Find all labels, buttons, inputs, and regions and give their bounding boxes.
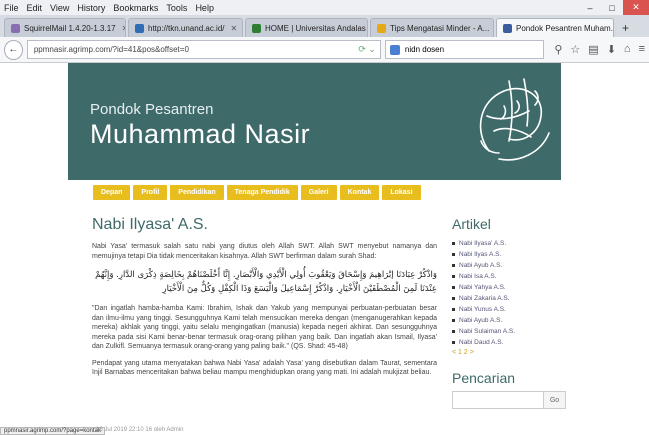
menu-file[interactable]: File bbox=[0, 3, 23, 13]
nav-galeri[interactable]: Galeri bbox=[300, 185, 337, 200]
close-window-button[interactable]: ✕ bbox=[623, 0, 649, 15]
tab-tkn-unand[interactable]: http://tkn.unand.ac.id/ ✕ bbox=[128, 18, 243, 37]
article-title: Nabi Ilyasa' A.S. bbox=[92, 216, 208, 233]
tab-pondok-pesantren[interactable]: Pondok Pesantren Muham... ✕ bbox=[496, 18, 614, 37]
menu-bookmarks[interactable]: Bookmarks bbox=[109, 3, 162, 13]
bookmark-star-icon[interactable]: ☆ bbox=[570, 43, 580, 56]
menu-icon[interactable]: ≡ bbox=[639, 43, 645, 56]
status-meta: 16 Jul 2019 22:10 16 oleh Admin bbox=[96, 427, 184, 433]
nav-pendidikan[interactable]: Pendidikan bbox=[170, 185, 224, 200]
menu-tools[interactable]: Tools bbox=[162, 3, 191, 13]
bullet-icon bbox=[452, 253, 455, 256]
article-link[interactable]: Nabi Yunus A.S. bbox=[452, 304, 567, 315]
bullet-icon bbox=[452, 308, 455, 311]
browser-search-input[interactable] bbox=[402, 44, 533, 55]
tab-close-icon[interactable]: ✕ bbox=[122, 24, 125, 33]
navigation-toolbar: ← ⟳ ⌄ ⚲ ☆ ▤ ⬇ ⌂ ≡ bbox=[0, 37, 649, 63]
tab-label: http://tkn.unand.ac.id/ bbox=[148, 23, 225, 33]
pagination[interactable]: < 1 2 > bbox=[452, 349, 567, 356]
menu-view[interactable]: View bbox=[46, 3, 73, 13]
article-link[interactable]: Nabi Ayub A.S. bbox=[452, 260, 567, 271]
article-link[interactable]: Nabi Zakaria A.S. bbox=[452, 293, 567, 304]
sidebar: Artikel Nabi Ilyasa' A.S. Nabi Ilyas A.S… bbox=[452, 216, 567, 409]
tab-universitas-andalas[interactable]: HOME | Universitas Andalas ✕ bbox=[245, 18, 368, 37]
article-link[interactable]: Nabi Yahya A.S. bbox=[452, 282, 567, 293]
nav-kontak[interactable]: Kontak bbox=[339, 185, 380, 200]
article-link[interactable]: Nabi Ayub A.S. bbox=[452, 315, 567, 326]
address-bar[interactable]: ⟳ ⌄ bbox=[26, 40, 381, 59]
web-page: Pondok Pesantren Muhammad Nasir Depan Pr… bbox=[0, 63, 649, 435]
tab-squirrelmail[interactable]: SquirrelMail 1.4.20-1.3.17 ✕ bbox=[4, 18, 126, 37]
search-go-button[interactable]: Go bbox=[544, 391, 566, 409]
tab-bar: SquirrelMail 1.4.20-1.3.17 ✕ http://tkn.… bbox=[0, 15, 649, 37]
article-link[interactable]: Nabi Daud A.S. bbox=[452, 337, 567, 348]
page-favicon-icon bbox=[135, 23, 144, 33]
bullet-icon bbox=[452, 242, 455, 245]
university-favicon-icon bbox=[252, 23, 261, 33]
bullet-icon bbox=[452, 275, 455, 278]
download-icon[interactable]: ⬇ bbox=[607, 43, 616, 56]
page-favicon-icon bbox=[377, 23, 386, 33]
artikel-heading: Artikel bbox=[452, 216, 491, 232]
bullet-icon bbox=[452, 286, 455, 289]
toolbar-icons: ⚲ ☆ ▤ ⬇ ⌂ ≡ bbox=[550, 43, 649, 56]
article-link[interactable]: Nabi Ilyasa' A.S. bbox=[452, 238, 567, 249]
site-search-input[interactable] bbox=[452, 391, 544, 409]
maximize-button[interactable]: □ bbox=[601, 0, 623, 15]
article-link[interactable]: Nabi Isa A.S. bbox=[452, 271, 567, 282]
article-link[interactable]: Nabi Sulaiman A.S. bbox=[452, 326, 567, 337]
site-header: Pondok Pesantren Muhammad Nasir bbox=[68, 63, 561, 180]
tab-label: SquirrelMail 1.4.20-1.3.17 bbox=[24, 23, 116, 33]
menu-bar: File Edit View History Bookmarks Tools H… bbox=[0, 0, 649, 15]
back-arrow-icon: ← bbox=[8, 44, 19, 55]
home-icon[interactable]: ⌂ bbox=[624, 43, 631, 56]
bullet-icon bbox=[452, 330, 455, 333]
minimize-button[interactable]: – bbox=[579, 0, 601, 15]
back-button[interactable]: ← bbox=[4, 39, 23, 60]
tab-label: Tips Mengatasi Minder - A... bbox=[390, 23, 490, 33]
bullet-icon bbox=[452, 297, 455, 300]
article-paragraph: Pendapat yang utama menyatakan bahwa Nab… bbox=[92, 359, 437, 377]
status-link-url: ppmnasir.agrimp.com/?page=kontak bbox=[0, 427, 105, 435]
menu-history[interactable]: History bbox=[73, 3, 109, 13]
page-favicon-icon bbox=[503, 23, 512, 33]
tab-tips-minder[interactable]: Tips Mengatasi Minder - A... ✕ bbox=[370, 18, 494, 37]
tab-close-icon[interactable]: ✕ bbox=[231, 24, 238, 33]
site-subtitle: Pondok Pesantren bbox=[90, 101, 214, 118]
article-paragraph: "Dan ingatlah hamba-hamba Kami: Ibrahim,… bbox=[92, 305, 437, 350]
url-input[interactable] bbox=[31, 44, 332, 55]
search-go-icon[interactable]: ⚲ bbox=[554, 43, 562, 56]
site-nav: Depan Profil Pendidikan Tenaga Pendidik … bbox=[68, 180, 561, 208]
article-paragraph: Nabi Yasa' termasuk salah satu nabi yang… bbox=[92, 243, 437, 260]
new-tab-button[interactable]: + bbox=[616, 18, 635, 37]
article-link[interactable]: Nabi Ilyas A.S. bbox=[452, 249, 567, 260]
menu-help[interactable]: Help bbox=[191, 3, 218, 13]
status-bar: ppmnasir.agrimp.com/?page=kontak 16 Jul … bbox=[0, 427, 649, 435]
article-list: Nabi Ilyasa' A.S. Nabi Ilyas A.S. Nabi A… bbox=[452, 238, 567, 348]
arabic-verse: وَاذْكُرْ عِبَادَنَا إبْرَاهِيمَ وَإِسْح… bbox=[95, 270, 437, 294]
clipboard-icon[interactable]: ▤ bbox=[588, 43, 598, 56]
nav-lokasi[interactable]: Lokasi bbox=[382, 185, 421, 200]
reload-icon[interactable]: ⟳ ⌄ bbox=[358, 44, 376, 55]
pencarian-heading: Pencarian bbox=[452, 370, 516, 386]
bullet-icon bbox=[452, 341, 455, 344]
site-search: Go bbox=[452, 391, 567, 409]
bullet-icon bbox=[452, 319, 455, 322]
nav-tenaga-pendidik[interactable]: Tenaga Pendidik bbox=[226, 185, 298, 200]
nav-depan[interactable]: Depan bbox=[93, 185, 131, 200]
tab-label: Pondok Pesantren Muham... bbox=[516, 23, 614, 33]
tab-label: HOME | Universitas Andalas bbox=[265, 23, 366, 33]
site-title: Muhammad Nasir bbox=[90, 119, 311, 149]
article-content: Nabi Ilyasa' A.S. Nabi Yasa' termasuk sa… bbox=[92, 216, 437, 385]
calligraphy-logo-icon bbox=[479, 78, 550, 161]
search-bar[interactable] bbox=[384, 40, 545, 59]
squirrelmail-favicon-icon bbox=[11, 23, 20, 33]
bullet-icon bbox=[452, 264, 455, 267]
window-controls: – □ ✕ bbox=[579, 0, 649, 15]
google-search-icon bbox=[389, 44, 400, 55]
nav-profil[interactable]: Profil bbox=[133, 185, 168, 200]
menu-edit[interactable]: Edit bbox=[23, 3, 47, 13]
